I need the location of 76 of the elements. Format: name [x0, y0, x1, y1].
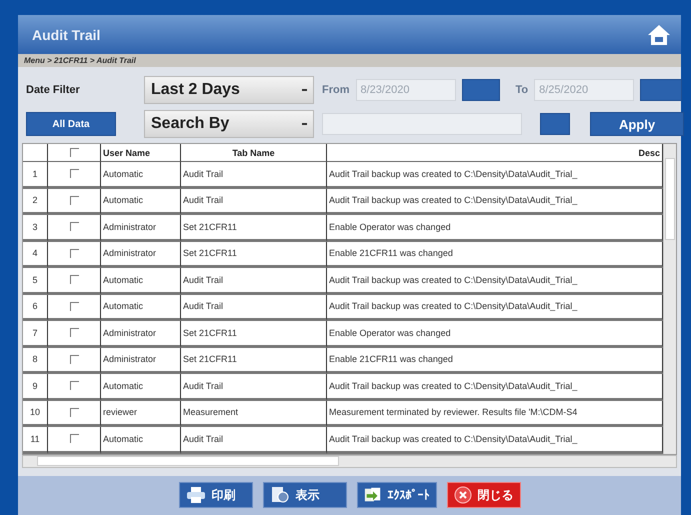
table-cell: Measurement terminated by reviewer. Results file 'M:\CDM-S4	[327, 400, 663, 427]
table-cell: Enable Operator was changed	[327, 321, 663, 348]
checkbox[interactable]	[70, 275, 78, 284]
row-number: 8	[23, 348, 48, 374]
table-cell: Measurement	[181, 400, 327, 427]
horizontal-scrollbar[interactable]	[22, 454, 677, 468]
table-cell: Set 21CFR11	[181, 215, 327, 242]
from-label: From	[322, 84, 350, 96]
checkbox[interactable]	[70, 302, 78, 311]
table-cell: Audit Trail	[181, 294, 327, 321]
column-header[interactable]: User Name	[103, 148, 150, 158]
column-header[interactable]: Tab Name	[232, 148, 275, 158]
table-cell: Set 21CFR11	[181, 242, 327, 268]
export-icon	[364, 486, 382, 504]
table-cell: Automatic	[101, 268, 181, 294]
checkbox[interactable]	[70, 354, 78, 364]
checkbox[interactable]	[70, 222, 78, 232]
column-header[interactable]: Desc	[638, 148, 660, 158]
row-number: 1	[23, 162, 48, 188]
table-cell: Set 21CFR11	[181, 321, 327, 348]
table-cell: reviewer	[101, 400, 181, 427]
checkbox[interactable]	[70, 196, 78, 205]
table-cell: Enable Operator was changed	[327, 215, 663, 242]
export-button[interactable]: ｴｸｽﾎﾟｰﾄ	[356, 482, 436, 508]
window-title: Audit Trail	[32, 26, 100, 42]
checkbox[interactable]	[70, 381, 78, 390]
to-label: To	[516, 84, 528, 96]
table-cell: Audit Trail backup was created to C:\Density\Data\Audit_Trial_	[327, 374, 663, 400]
table-cell: Automatic	[101, 188, 181, 215]
print-button[interactable]: 印刷	[178, 482, 252, 508]
row-number: 7	[23, 321, 48, 348]
row-number: 5	[23, 268, 48, 294]
table-cell: Audit Trail backup was created to C:\Density\Data\Audit_Trial_	[327, 188, 663, 215]
row-number: 9	[23, 374, 48, 400]
table-cell: Audit Trail backup was created to C:\Density\Data\Audit_Trial_	[327, 162, 663, 188]
table-cell: Administrator	[101, 242, 181, 268]
checkbox[interactable]	[70, 408, 78, 417]
table-cell: Audit Trail	[181, 162, 327, 188]
search-field[interactable]	[322, 113, 522, 135]
table-cell: Audit Trail	[181, 188, 327, 215]
table-cell: Audit Trail backup was created to C:\Density\Data\Audit_Trial_	[327, 268, 663, 294]
checkbox[interactable]	[70, 248, 78, 258]
row-number: 4	[23, 242, 48, 268]
view-button[interactable]: 表示	[262, 482, 346, 508]
table-cell: Audit Trail	[181, 268, 327, 294]
table-cell: Enable 21CFR11 was changed	[327, 242, 663, 268]
home-icon[interactable]	[647, 24, 671, 46]
table-cell: Set 21CFR11	[181, 348, 327, 374]
table-cell: Automatic	[101, 294, 181, 321]
row-number: 10	[23, 400, 48, 427]
checkbox[interactable]	[70, 169, 78, 178]
row-number: 2	[23, 188, 48, 215]
table-cell: Administrator	[101, 321, 181, 348]
close-button[interactable]: 閉じる	[446, 482, 520, 508]
checkbox[interactable]	[70, 434, 78, 444]
printer-icon	[186, 486, 206, 504]
row-number: 3	[23, 215, 48, 242]
close-icon	[454, 486, 472, 504]
search-by-dropdown[interactable]: Search By	[144, 110, 314, 138]
checkbox[interactable]	[70, 328, 78, 338]
document-icon	[270, 486, 290, 504]
table-cell: Audit Trail	[181, 374, 327, 400]
checkbox[interactable]	[70, 148, 78, 157]
breadcrumb: Menu > 21CFR11 > Audit Trail	[24, 56, 136, 65]
table-cell: Audit Trail backup was created to C:\Density\Data\Audit_Trial_	[327, 294, 663, 321]
table-cell: Enable 21CFR11 was changed	[327, 348, 663, 374]
all-data-button[interactable]: All Data	[26, 112, 116, 136]
table-cell: Administrator	[101, 215, 181, 242]
table-cell: Automatic	[101, 162, 181, 188]
apply-button[interactable]: Apply	[590, 112, 684, 136]
date-filter-label: Date Filter	[26, 84, 81, 96]
row-number: 6	[23, 294, 48, 321]
table-cell: Automatic	[101, 374, 181, 400]
date-range-dropdown[interactable]: Last 2 Days	[144, 76, 314, 104]
table-cell: Administrator	[101, 348, 181, 374]
vertical-scrollbar[interactable]	[663, 144, 676, 454]
